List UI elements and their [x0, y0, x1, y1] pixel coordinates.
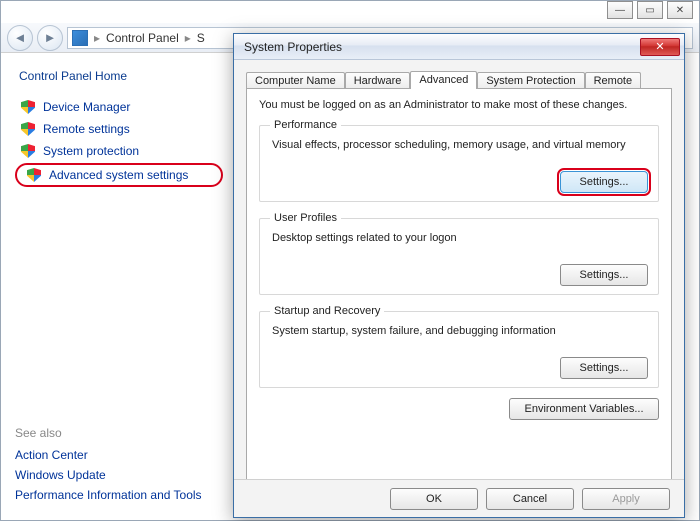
shield-icon [27, 168, 41, 182]
shield-icon [21, 100, 35, 114]
group-description: Desktop settings related to your logon [272, 232, 648, 244]
sidebar-item-label: System protection [43, 144, 139, 158]
see-also-section: See also Action Center Windows Update Pe… [15, 426, 223, 508]
sidebar-item-advanced-system-settings[interactable]: Advanced system settings [15, 163, 223, 187]
nav-forward-button[interactable]: ► [37, 25, 63, 51]
breadcrumb-sep-icon: ▸ [185, 31, 191, 45]
tab-hardware[interactable]: Hardware [345, 72, 411, 89]
dialog-titlebar[interactable]: System Properties ✕ [234, 34, 684, 60]
tab-advanced[interactable]: Advanced [410, 71, 477, 89]
sidebar-item-device-manager[interactable]: Device Manager [15, 97, 223, 117]
close-button[interactable]: ✕ [667, 1, 693, 19]
see-also-heading: See also [15, 426, 223, 440]
system-properties-dialog: System Properties ✕ Computer Name Hardwa… [233, 33, 685, 518]
cancel-button[interactable]: Cancel [486, 488, 574, 510]
apply-button[interactable]: Apply [582, 488, 670, 510]
sidebar-item-remote-settings[interactable]: Remote settings [15, 119, 223, 139]
tabstrip: Computer Name Hardware Advanced System P… [246, 66, 672, 88]
tab-remote[interactable]: Remote [585, 72, 642, 89]
window-controls: — ▭ ✕ [607, 1, 693, 19]
breadcrumb-sep-icon: ▸ [94, 31, 100, 45]
group-user-profiles: User Profiles Desktop settings related t… [259, 212, 659, 295]
breadcrumb-root[interactable]: Control Panel [106, 31, 179, 45]
dialog-footer: OK Cancel Apply [234, 479, 684, 517]
performance-settings-button[interactable]: Settings... [560, 171, 648, 193]
tab-panel-advanced: You must be logged on as an Administrato… [246, 88, 672, 479]
group-startup-recovery: Startup and Recovery System startup, sys… [259, 305, 659, 388]
startup-settings-button[interactable]: Settings... [560, 357, 648, 379]
minimize-button[interactable]: — [607, 1, 633, 19]
control-panel-icon [72, 30, 88, 46]
sidebar-item-label: Advanced system settings [49, 168, 188, 182]
dialog-close-button[interactable]: ✕ [640, 38, 680, 56]
nav-back-button[interactable]: ◄ [7, 25, 33, 51]
sidebar-item-label: Device Manager [43, 100, 130, 114]
dialog-body: Computer Name Hardware Advanced System P… [234, 60, 684, 479]
sidebar-heading: Control Panel Home [19, 69, 223, 83]
group-legend: Performance [270, 119, 341, 131]
user-profiles-settings-button[interactable]: Settings... [560, 264, 648, 286]
dialog-title: System Properties [244, 40, 342, 54]
admin-note: You must be logged on as an Administrato… [259, 99, 659, 111]
group-legend: User Profiles [270, 212, 341, 224]
sidebar: Control Panel Home Device Manager Remote… [1, 55, 233, 520]
breadcrumb-next[interactable]: S [197, 31, 205, 45]
tab-computer-name[interactable]: Computer Name [246, 72, 345, 89]
ok-button[interactable]: OK [390, 488, 478, 510]
group-description: Visual effects, processor scheduling, me… [272, 139, 648, 151]
group-performance: Performance Visual effects, processor sc… [259, 119, 659, 202]
see-also-action-center[interactable]: Action Center [15, 448, 223, 462]
maximize-button[interactable]: ▭ [637, 1, 663, 19]
tab-system-protection[interactable]: System Protection [477, 72, 584, 89]
group-legend: Startup and Recovery [270, 305, 384, 317]
shield-icon [21, 122, 35, 136]
see-also-performance-info[interactable]: Performance Information and Tools [15, 488, 223, 502]
group-description: System startup, system failure, and debu… [272, 325, 648, 337]
shield-icon [21, 144, 35, 158]
see-also-windows-update[interactable]: Windows Update [15, 468, 223, 482]
sidebar-item-system-protection[interactable]: System protection [15, 141, 223, 161]
environment-variables-button[interactable]: Environment Variables... [509, 398, 659, 420]
sidebar-item-label: Remote settings [43, 122, 130, 136]
